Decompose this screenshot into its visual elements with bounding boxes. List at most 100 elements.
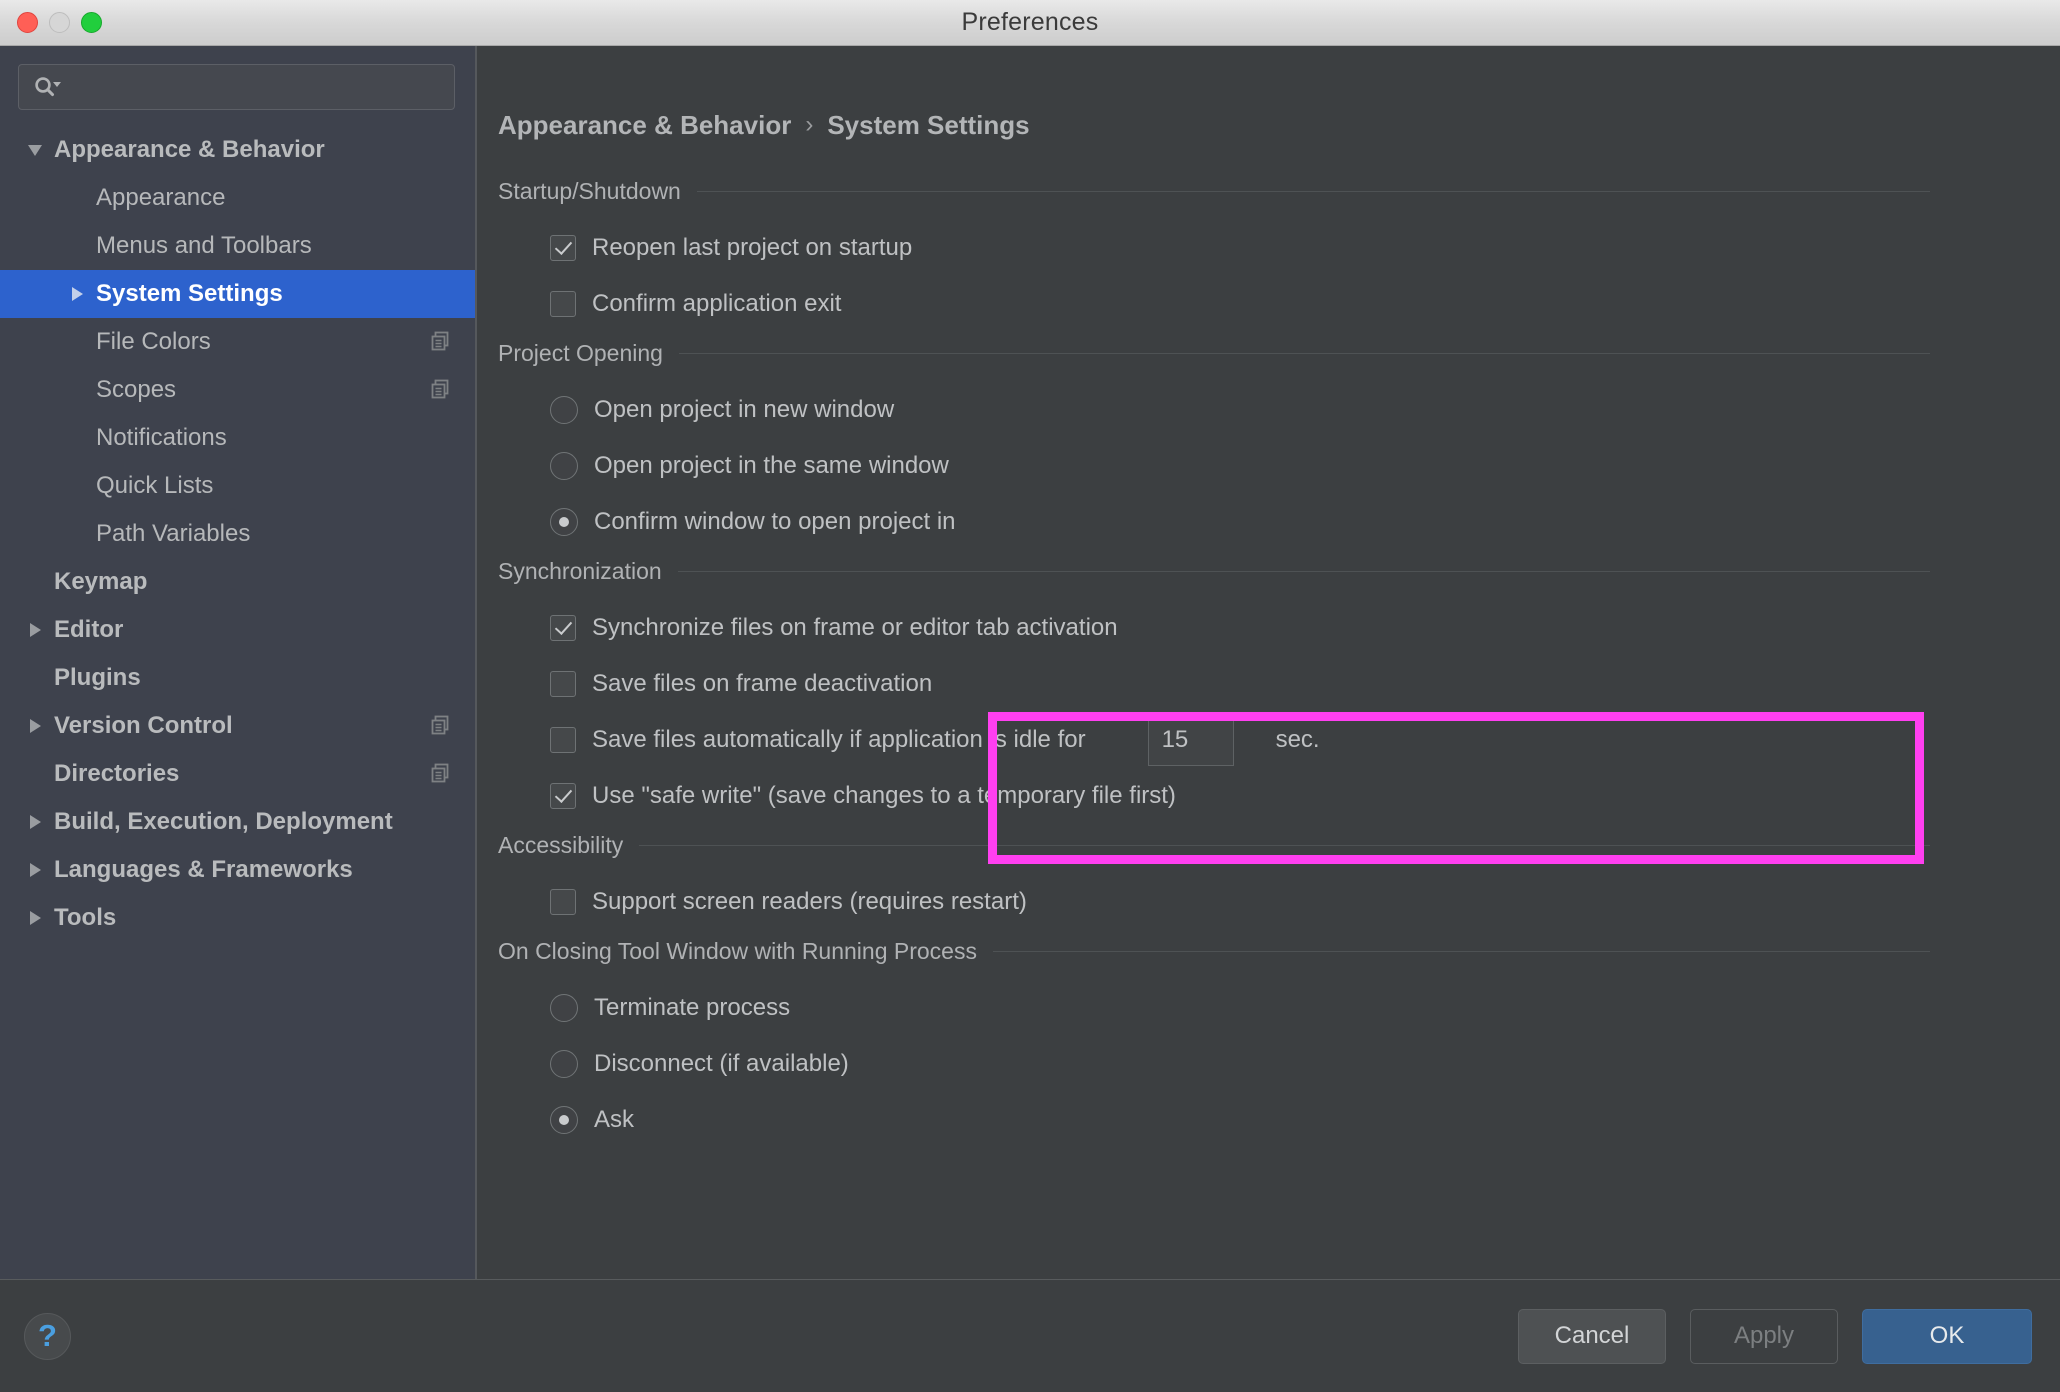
seconds-unit-label: sec. <box>1275 726 1320 753</box>
settings-sidebar: Appearance & Behavior Appearance Menus and… <box>0 46 477 1279</box>
breadcrumb-separator-icon: › <box>805 111 814 138</box>
option-row[interactable]: Ask <box>550 1092 2060 1148</box>
option-label: Open project in new window <box>594 396 895 423</box>
option-label: Disconnect (if available) <box>594 1050 849 1077</box>
group-title: Accessibility <box>498 831 624 858</box>
option-label: Terminate process <box>594 994 791 1021</box>
group-header: Project Opening <box>498 336 2060 370</box>
sidebar-item-tools[interactable]: Tools <box>0 894 475 942</box>
help-button[interactable]: ? <box>24 1312 71 1360</box>
sidebar-item-label: Plugins <box>54 664 141 691</box>
sidebar-item-label: File Colors <box>96 328 211 355</box>
option-row[interactable]: Save files automatically if application … <box>550 712 2060 768</box>
sidebar-item-file-colors[interactable]: File Colors <box>0 318 475 366</box>
group-title: On Closing Tool Window with Running Proc… <box>498 937 977 964</box>
group-title: Project Opening <box>498 339 663 366</box>
option-row[interactable]: Open project in the same window <box>550 438 2060 494</box>
window-body: Appearance & Behavior Appearance Menus and… <box>0 46 2060 1279</box>
sidebar-item-build-execution-deployment[interactable]: Build, Execution, Deployment <box>0 798 475 846</box>
radio-unselected[interactable] <box>550 994 578 1022</box>
option-label: Save files on frame deactivation <box>592 670 933 697</box>
dialog-footer: ? Cancel Apply OK <box>0 1279 2060 1392</box>
option-row[interactable]: Save files on frame deactivation <box>550 656 2060 712</box>
sidebar-item-label: Version Control <box>54 712 233 739</box>
radio-unselected[interactable] <box>550 1050 578 1078</box>
option-row[interactable]: Reopen last project on startup <box>550 220 2060 276</box>
settings-group: Synchronization Synchronize files on fram… <box>498 554 2060 824</box>
checkbox-checked[interactable] <box>550 615 576 641</box>
group-header: Synchronization <box>498 554 2060 588</box>
group-divider <box>677 570 1930 572</box>
option-row[interactable]: Confirm window to open project in <box>550 494 2060 550</box>
sidebar-item-directories[interactable]: Directories <box>0 750 475 798</box>
checkbox-unchecked[interactable] <box>550 291 576 317</box>
sidebar-item-notifications[interactable]: Notifications <box>0 414 475 462</box>
checkbox-unchecked[interactable] <box>550 727 576 753</box>
option-row[interactable]: Use "safe write" (save changes to a temp… <box>550 768 2060 824</box>
search-box[interactable] <box>18 64 455 110</box>
chevron-right-icon[interactable] <box>18 863 52 877</box>
chevron-right-icon[interactable] <box>18 719 52 733</box>
checkbox-unchecked[interactable] <box>550 671 576 697</box>
chevron-right-icon[interactable] <box>18 623 52 637</box>
option-row[interactable]: Confirm application exit <box>550 276 2060 332</box>
chevron-right-icon[interactable] <box>18 911 52 925</box>
option-label: Support screen readers (requires restart… <box>592 888 1027 915</box>
sidebar-item-label: Appearance & Behavior <box>54 136 325 163</box>
radio-selected[interactable] <box>550 1106 578 1134</box>
group-options: Reopen last project on startup Confirm ap… <box>498 208 2060 332</box>
sidebar-item-keymap[interactable]: Keymap <box>0 558 475 606</box>
sidebar-item-quick-lists[interactable]: Quick Lists <box>0 462 475 510</box>
sidebar-item-system-settings[interactable]: System Settings <box>0 270 475 318</box>
sidebar-item-label: Notifications <box>96 424 227 451</box>
group-options: Terminate process Disconnect (if availabl… <box>498 968 2060 1148</box>
idle-seconds-input[interactable] <box>1147 714 1234 766</box>
settings-group: Project Opening Open project in new windo… <box>498 336 2060 550</box>
chevron-right-icon[interactable] <box>60 287 94 301</box>
copy-settings-icon <box>431 763 453 785</box>
option-label: Save files automatically if application … <box>592 726 1086 753</box>
option-label: Confirm application exit <box>592 290 842 317</box>
checkbox-checked[interactable] <box>550 235 576 261</box>
sidebar-item-plugins[interactable]: Plugins <box>0 654 475 702</box>
sidebar-item-version-control[interactable]: Version Control <box>0 702 475 750</box>
cancel-button[interactable]: Cancel <box>1518 1308 1666 1364</box>
radio-unselected[interactable] <box>550 396 578 424</box>
breadcrumb-parent[interactable]: Appearance & Behavior <box>498 110 791 141</box>
group-options: Open project in new window Open project i… <box>498 370 2060 550</box>
settings-group: On Closing Tool Window with Running Proc… <box>498 934 2060 1148</box>
radio-unselected[interactable] <box>550 452 578 480</box>
option-row[interactable]: Synchronize files on frame or editor tab… <box>550 600 2060 656</box>
chevron-down-icon[interactable] <box>18 144 52 156</box>
sidebar-item-scopes[interactable]: Scopes <box>0 366 475 414</box>
checkbox-unchecked[interactable] <box>550 889 576 915</box>
group-divider <box>639 844 1930 846</box>
chevron-right-icon[interactable] <box>18 815 52 829</box>
sidebar-item-label: Quick Lists <box>96 472 214 499</box>
sidebar-item-path-variables[interactable]: Path Variables <box>0 510 475 558</box>
settings-content: Startup/Shutdown Reopen last project on s… <box>477 142 2060 1148</box>
group-divider <box>678 352 1930 354</box>
copy-settings-icon <box>431 331 453 353</box>
option-label: Open project in the same window <box>594 452 949 479</box>
breadcrumb-current: System Settings <box>827 109 1030 140</box>
sidebar-item-appearance-behavior[interactable]: Appearance & Behavior <box>0 126 475 174</box>
option-row[interactable]: Disconnect (if available) <box>550 1036 2060 1092</box>
sidebar-item-languages-frameworks[interactable]: Languages & Frameworks <box>0 846 475 894</box>
apply-button[interactable]: Apply <box>1690 1308 1838 1364</box>
search-icon <box>32 75 62 99</box>
checkbox-checked[interactable] <box>550 783 576 809</box>
option-row[interactable]: Support screen readers (requires restart… <box>550 874 2060 930</box>
group-options: Support screen readers (requires restart… <box>498 862 2060 930</box>
preferences-window: Preferences Appearance & BehaviorAppear <box>0 0 2060 1392</box>
option-row[interactable]: Terminate process <box>550 980 2060 1036</box>
sidebar-item-appearance[interactable]: Appearance <box>0 174 475 222</box>
sidebar-item-label: Scopes <box>96 376 177 403</box>
search-input[interactable] <box>62 74 454 100</box>
group-options: Synchronize files on frame or editor tab… <box>498 588 2060 824</box>
ok-button[interactable]: OK <box>1862 1308 2032 1364</box>
sidebar-item-menus-and-toolbars[interactable]: Menus and Toolbars <box>0 222 475 270</box>
option-row[interactable]: Open project in new window <box>550 382 2060 438</box>
sidebar-item-editor[interactable]: Editor <box>0 606 475 654</box>
radio-selected[interactable] <box>550 508 578 536</box>
